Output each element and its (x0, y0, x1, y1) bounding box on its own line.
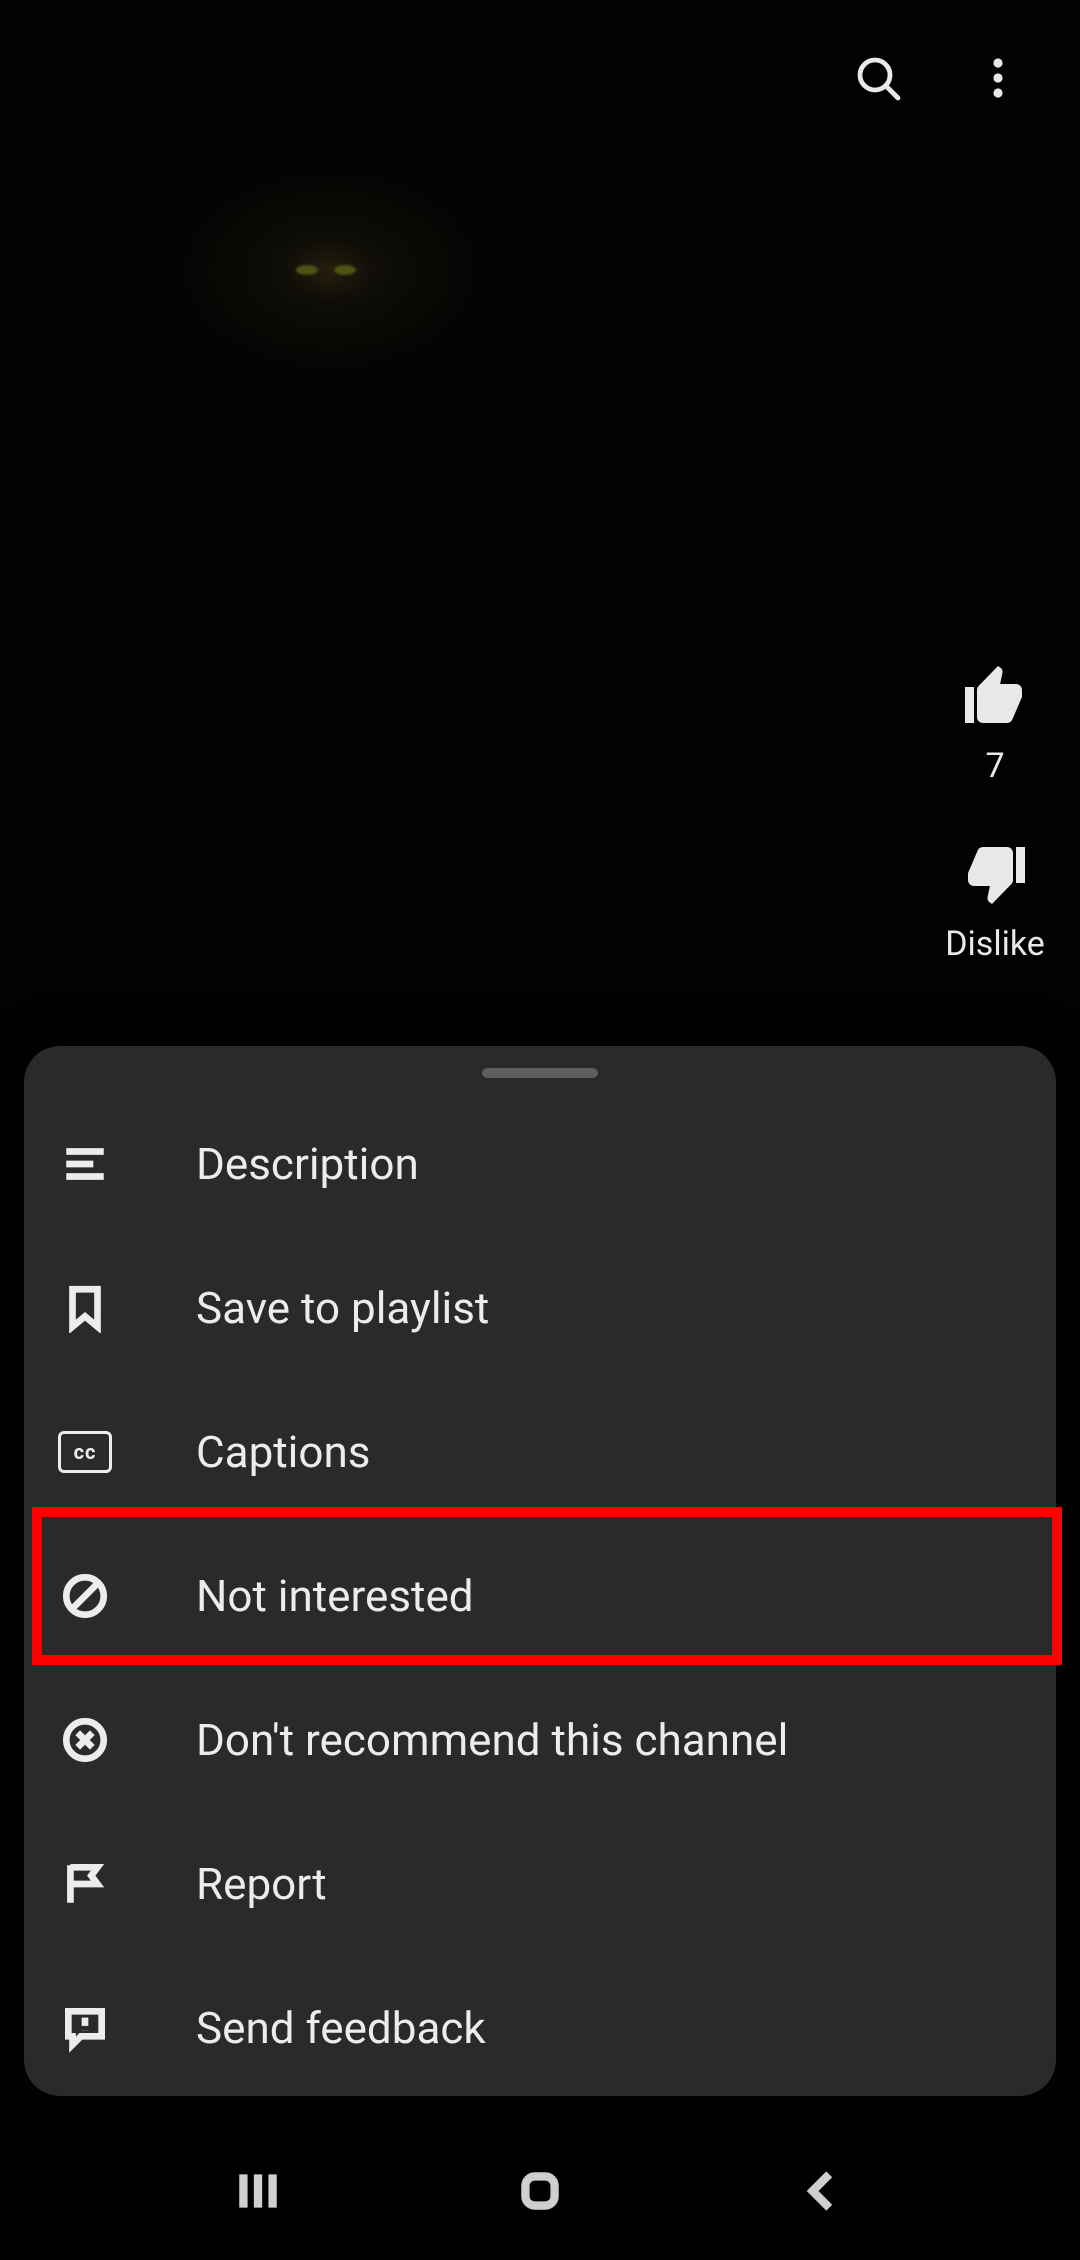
screen: 7 Dislike Home Shorts Subscriptions You (0, 0, 1080, 2260)
menu-not-interested[interactable]: Not interested (24, 1524, 1056, 1668)
bookmark-icon (58, 1281, 112, 1335)
more-vertical-icon (974, 54, 1022, 102)
search-button[interactable] (848, 48, 908, 108)
back-button[interactable] (798, 2166, 848, 2220)
menu-send-feedback[interactable]: Send feedback (24, 1956, 1056, 2100)
menu-label: Captions (196, 1426, 370, 1478)
menu-label: Description (196, 1138, 419, 1190)
sheet-grabber[interactable] (482, 1068, 598, 1078)
engagement-rail: 7 Dislike (930, 660, 1060, 964)
search-icon (854, 54, 902, 102)
options-menu: Description Save to playlist cc Captions… (24, 1092, 1056, 2100)
menu-captions[interactable]: cc Captions (24, 1380, 1056, 1524)
description-icon (58, 1137, 112, 1191)
menu-report[interactable]: Report (24, 1812, 1056, 1956)
glowing-eye-right (334, 265, 356, 275)
not-interested-icon (58, 1569, 112, 1623)
options-bottom-sheet: Description Save to playlist cc Captions… (24, 1046, 1056, 2096)
glowing-eye-left (296, 265, 318, 275)
menu-label: Report (196, 1858, 327, 1910)
home-button[interactable] (515, 2166, 565, 2220)
thumbs-up-icon (959, 660, 1031, 732)
dislike-label: Dislike (945, 924, 1045, 964)
recents-icon (233, 2166, 283, 2216)
like-count: 7 (985, 746, 1004, 786)
back-icon (798, 2166, 848, 2216)
like-button[interactable]: 7 (959, 660, 1031, 786)
more-options-button[interactable] (968, 48, 1028, 108)
menu-label: Not interested (196, 1570, 474, 1622)
menu-label: Send feedback (196, 2002, 486, 2054)
captions-icon: cc (58, 1431, 112, 1473)
thumbs-down-icon (959, 838, 1031, 910)
menu-label: Save to playlist (196, 1282, 489, 1334)
home-icon (515, 2166, 565, 2216)
system-nav-bar (0, 2126, 1080, 2260)
dislike-button[interactable]: Dislike (945, 838, 1045, 964)
menu-save-playlist[interactable]: Save to playlist (24, 1236, 1056, 1380)
feedback-icon (58, 2001, 112, 2055)
menu-dont-recommend-channel[interactable]: Don't recommend this channel (24, 1668, 1056, 1812)
flag-icon (58, 1857, 112, 1911)
close-circle-icon (58, 1713, 112, 1767)
top-action-bar (818, 30, 1080, 126)
menu-label: Don't recommend this channel (196, 1714, 788, 1766)
menu-description[interactable]: Description (24, 1092, 1056, 1236)
recents-button[interactable] (233, 2166, 283, 2220)
